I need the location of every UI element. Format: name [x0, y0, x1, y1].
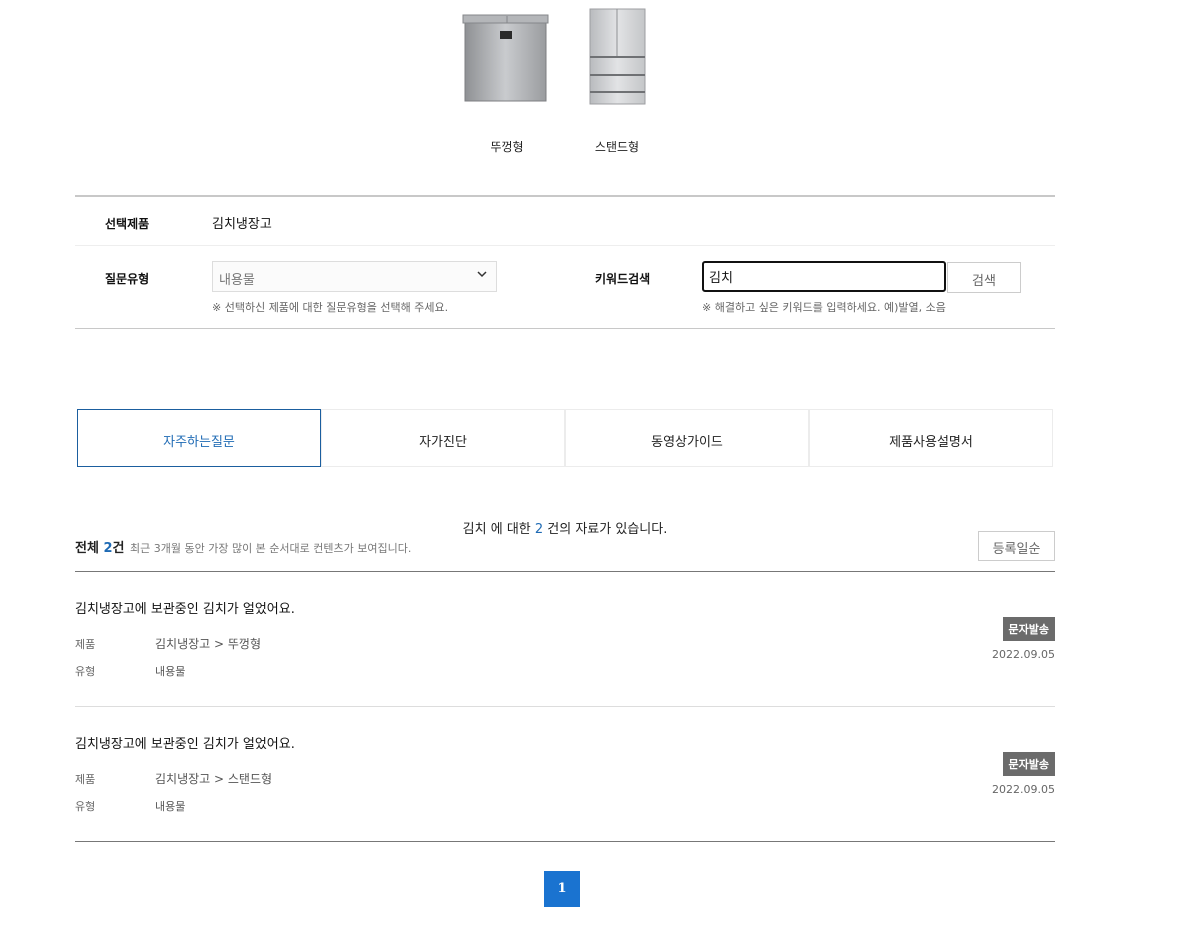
- total-description: 최근 3개월 동안 가장 많이 본 순서대로 컨텐츠가 보여집니다.: [130, 542, 412, 555]
- filter-row-selected-product: 선택제품 김치냉장고: [75, 197, 1055, 246]
- item-title[interactable]: 김치냉장고에 보관중인 김치가 얼었어요.: [75, 733, 295, 752]
- tab-user-manual[interactable]: 제품사용설명서: [809, 409, 1053, 467]
- item-product-key: 제품: [75, 638, 96, 651]
- product-stand-label: 스탠드형: [594, 140, 640, 154]
- sms-send-badge[interactable]: 문자발송: [1002, 617, 1055, 641]
- list-item: 김치냉장고에 보관중인 김치가 얼었어요. 제품 김치냉장고 > 뚜껑형 유형 …: [75, 572, 1055, 707]
- selected-product-value: 김치냉장고: [212, 217, 272, 232]
- item-type-key: 유형: [75, 800, 96, 813]
- tab-self-diagnosis[interactable]: 자가진단: [321, 409, 565, 467]
- total-unit: 건: [112, 541, 125, 556]
- question-type-value: 내용물: [219, 273, 255, 288]
- total-number: 2: [103, 541, 113, 556]
- item-title[interactable]: 김치냉장고에 보관중인 김치가 얼었어요.: [75, 598, 295, 617]
- tab-faq[interactable]: 자주하는질문: [77, 409, 321, 467]
- list-item: 김치냉장고에 보관중인 김치가 얼었어요. 제품 김치냉장고 > 스탠드형 유형…: [75, 707, 1055, 842]
- item-type-value: 내용물: [155, 800, 186, 813]
- keyword-hint: ※ 해결하고 싶은 키워드를 입력하세요. 예)발열, 소음: [702, 301, 946, 314]
- question-type-select[interactable]: 내용물: [212, 261, 497, 292]
- filter-table: 선택제품 김치냉장고 질문유형 내용물 ※ 선택하신 제품에 대한 질문유형을 …: [75, 195, 1055, 329]
- product-lid-label: 뚜껑형: [490, 140, 524, 154]
- search-result-message: 김치 에 대한 2 건의 자료가 있습니다.: [0, 518, 1130, 537]
- sms-send-badge[interactable]: 문자발송: [1002, 752, 1055, 776]
- sort-by-date-button[interactable]: 등록일순: [978, 531, 1055, 561]
- item-type-key: 유형: [75, 665, 96, 678]
- total-count: 전체 2건: [75, 537, 124, 556]
- result-suffix: 건의 자료가 있습니다.: [543, 522, 668, 537]
- item-date: 2022.09.05: [992, 648, 1055, 661]
- result-keyword: 김치: [462, 522, 487, 537]
- lid-kimchi-fridge-image: [462, 14, 549, 102]
- item-type-value: 내용물: [155, 665, 186, 678]
- result-count: 2: [534, 522, 544, 537]
- total-label: 전체: [75, 541, 104, 556]
- selected-product-label: 선택제품: [105, 217, 150, 231]
- content-tabs: 자주하는질문 자가진단 동영상가이드 제품사용설명서: [77, 409, 1053, 467]
- pagination-page-1[interactable]: 1: [544, 871, 580, 907]
- item-product-value: 김치냉장고 > 스탠드형: [155, 772, 273, 786]
- product-type-selector: 뚜껑형 스탠드형: [0, 0, 1203, 170]
- keyword-search-label: 키워드검색: [595, 272, 651, 286]
- chevron-down-icon: [477, 271, 487, 278]
- item-product-value: 김치냉장고 > 뚜껑형: [155, 637, 262, 651]
- tab-video-guide[interactable]: 동영상가이드: [565, 409, 809, 467]
- item-date: 2022.09.05: [992, 783, 1055, 796]
- question-type-label: 질문유형: [105, 272, 150, 286]
- question-type-hint: ※ 선택하신 제품에 대한 질문유형을 선택해 주세요.: [212, 301, 449, 314]
- keyword-search-input[interactable]: [702, 261, 946, 292]
- item-product-key: 제품: [75, 773, 96, 786]
- stand-kimchi-fridge-image: [589, 8, 646, 105]
- search-button[interactable]: 검색: [947, 262, 1021, 293]
- result-mid: 에 대한: [486, 522, 535, 537]
